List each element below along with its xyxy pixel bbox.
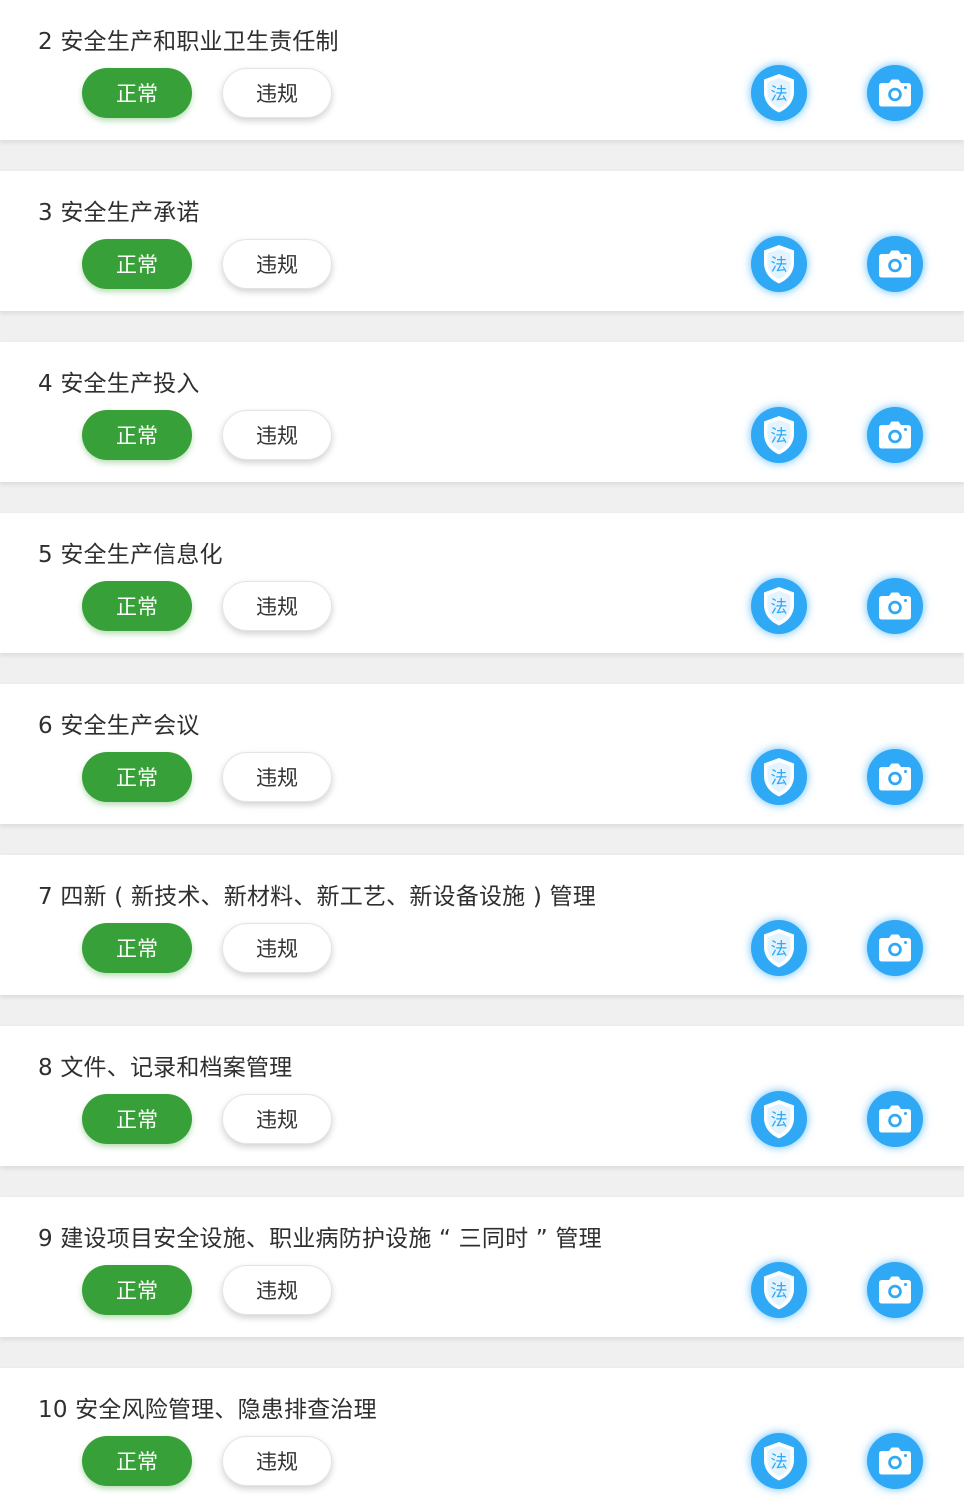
shield-law-icon: 法 [764, 758, 794, 797]
inspection-item-card: 2 安全生产和职业卫生责任制 正常 违规 法 [0, 0, 964, 140]
law-button[interactable]: 法 [751, 1262, 807, 1318]
shield-law-icon: 法 [764, 1271, 794, 1310]
normal-button[interactable]: 正常 [82, 1436, 192, 1486]
normal-button[interactable]: 正常 [82, 581, 192, 631]
item-title: 8 文件、记录和档案管理 [38, 1055, 293, 1081]
violation-button[interactable]: 违规 [222, 410, 332, 460]
camera-icon [879, 250, 911, 278]
shield-law-icon: 法 [764, 929, 794, 968]
camera-button[interactable] [867, 920, 923, 976]
item-title: 9 建设项目安全设施、职业病防护设施 “ 三同时 ” 管理 [38, 1226, 602, 1252]
normal-button[interactable]: 正常 [82, 68, 192, 118]
camera-button[interactable] [867, 1262, 923, 1318]
inspection-item-card: 5 安全生产信息化 正常 违规 法 [0, 513, 964, 653]
item-title: 7 四新 ( 新技术、新材料、新工艺、新设备设施 ) 管理 [38, 884, 596, 910]
violation-button[interactable]: 违规 [222, 239, 332, 289]
law-button[interactable]: 法 [751, 920, 807, 976]
violation-button[interactable]: 违规 [222, 752, 332, 802]
law-icon-label: 法 [771, 598, 788, 618]
law-button[interactable]: 法 [751, 578, 807, 634]
law-button[interactable]: 法 [751, 749, 807, 805]
item-title: 2 安全生产和职业卫生责任制 [38, 29, 339, 55]
item-title: 6 安全生产会议 [38, 713, 200, 739]
violation-button[interactable]: 违规 [222, 1436, 332, 1486]
inspection-item-card: 3 安全生产承诺 正常 违规 法 [0, 171, 964, 311]
camera-icon [879, 421, 911, 449]
inspection-item-card: 10 安全风险管理、隐患排查治理 正常 违规 法 [0, 1368, 964, 1508]
camera-button[interactable] [867, 407, 923, 463]
law-button[interactable]: 法 [751, 65, 807, 121]
law-button[interactable]: 法 [751, 1433, 807, 1489]
law-button[interactable]: 法 [751, 1091, 807, 1147]
camera-icon [879, 592, 911, 620]
law-icon-label: 法 [771, 1453, 788, 1473]
item-title: 3 安全生产承诺 [38, 200, 200, 226]
camera-button[interactable] [867, 749, 923, 805]
law-icon-label: 法 [771, 85, 788, 105]
violation-button[interactable]: 违规 [222, 581, 332, 631]
inspection-item-card: 9 建设项目安全设施、职业病防护设施 “ 三同时 ” 管理 正常 违规 法 [0, 1197, 964, 1337]
item-title: 4 安全生产投入 [38, 371, 200, 397]
item-title: 10 安全风险管理、隐患排查治理 [38, 1397, 377, 1423]
camera-icon [879, 1447, 911, 1475]
normal-button[interactable]: 正常 [82, 752, 192, 802]
violation-button[interactable]: 违规 [222, 1094, 332, 1144]
normal-button[interactable]: 正常 [82, 1094, 192, 1144]
shield-law-icon: 法 [764, 245, 794, 284]
violation-button[interactable]: 违规 [222, 68, 332, 118]
camera-button[interactable] [867, 65, 923, 121]
camera-button[interactable] [867, 1433, 923, 1489]
camera-button[interactable] [867, 578, 923, 634]
normal-button[interactable]: 正常 [82, 923, 192, 973]
normal-button[interactable]: 正常 [82, 410, 192, 460]
law-icon-label: 法 [771, 427, 788, 447]
inspection-item-card: 4 安全生产投入 正常 违规 法 [0, 342, 964, 482]
item-title: 5 安全生产信息化 [38, 542, 223, 568]
shield-law-icon: 法 [764, 74, 794, 113]
shield-law-icon: 法 [764, 1100, 794, 1139]
law-icon-label: 法 [771, 940, 788, 960]
inspection-item-card: 6 安全生产会议 正常 违规 法 [0, 684, 964, 824]
camera-icon [879, 1276, 911, 1304]
camera-icon [879, 79, 911, 107]
violation-button[interactable]: 违规 [222, 1265, 332, 1315]
camera-button[interactable] [867, 1091, 923, 1147]
camera-icon [879, 934, 911, 962]
camera-icon [879, 1105, 911, 1133]
camera-icon [879, 763, 911, 791]
law-icon-label: 法 [771, 1111, 788, 1131]
law-icon-label: 法 [771, 1282, 788, 1302]
law-button[interactable]: 法 [751, 407, 807, 463]
shield-law-icon: 法 [764, 416, 794, 455]
normal-button[interactable]: 正常 [82, 1265, 192, 1315]
shield-law-icon: 法 [764, 1442, 794, 1481]
shield-law-icon: 法 [764, 587, 794, 626]
camera-button[interactable] [867, 236, 923, 292]
normal-button[interactable]: 正常 [82, 239, 192, 289]
violation-button[interactable]: 违规 [222, 923, 332, 973]
law-icon-label: 法 [771, 256, 788, 276]
inspection-item-card: 7 四新 ( 新技术、新材料、新工艺、新设备设施 ) 管理 正常 违规 法 [0, 855, 964, 995]
inspection-item-card: 8 文件、记录和档案管理 正常 违规 法 [0, 1026, 964, 1166]
law-button[interactable]: 法 [751, 236, 807, 292]
law-icon-label: 法 [771, 769, 788, 789]
